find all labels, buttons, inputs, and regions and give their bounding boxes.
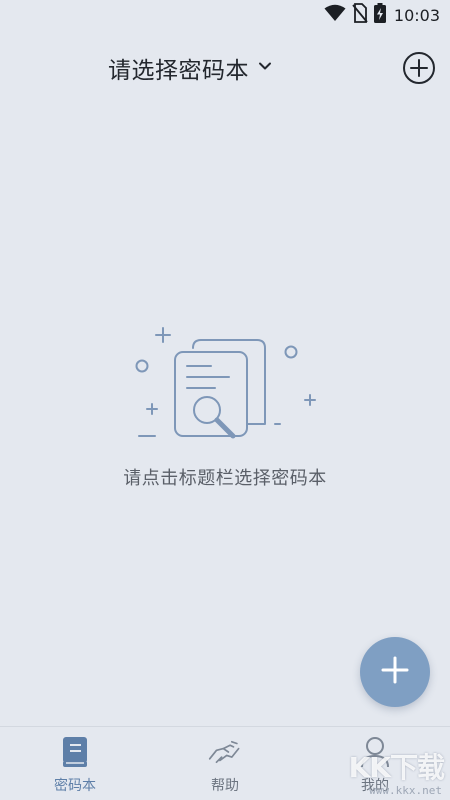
user-icon [358, 735, 392, 769]
notebook-selector[interactable]: 请选择密码本 [108, 46, 273, 90]
empty-message: 请点击标题栏选择密码本 [123, 468, 327, 489]
add-circle-icon [402, 52, 436, 89]
wifi-icon [324, 4, 346, 26]
chevron-down-icon [257, 58, 273, 78]
plus-icon [380, 655, 410, 689]
nav-label-help: 帮助 [211, 778, 239, 794]
battery-charging-icon [373, 3, 386, 27]
page-title: 请选择密码本 [108, 58, 249, 84]
title-bar: 请选择密码本 [0, 46, 450, 90]
nav-item-profile[interactable]: 我的 [300, 727, 450, 800]
document-search-illustration [125, 320, 325, 450]
handshake-icon [208, 735, 242, 769]
status-time: 10:03 [393, 5, 440, 25]
notebook-icon [58, 735, 92, 769]
no-sim-icon [352, 3, 368, 27]
add-notebook-button[interactable] [402, 51, 436, 85]
status-bar: 10:03 [0, 0, 450, 30]
nav-label-notebook: 密码本 [54, 778, 96, 794]
status-icons: 10:03 [324, 3, 440, 27]
bottom-nav: 密码本 帮助 我的 [0, 726, 450, 800]
add-entry-button[interactable] [360, 637, 430, 707]
nav-label-profile: 我的 [361, 778, 389, 794]
nav-item-notebook[interactable]: 密码本 [0, 727, 150, 800]
nav-item-help[interactable]: 帮助 [150, 727, 300, 800]
